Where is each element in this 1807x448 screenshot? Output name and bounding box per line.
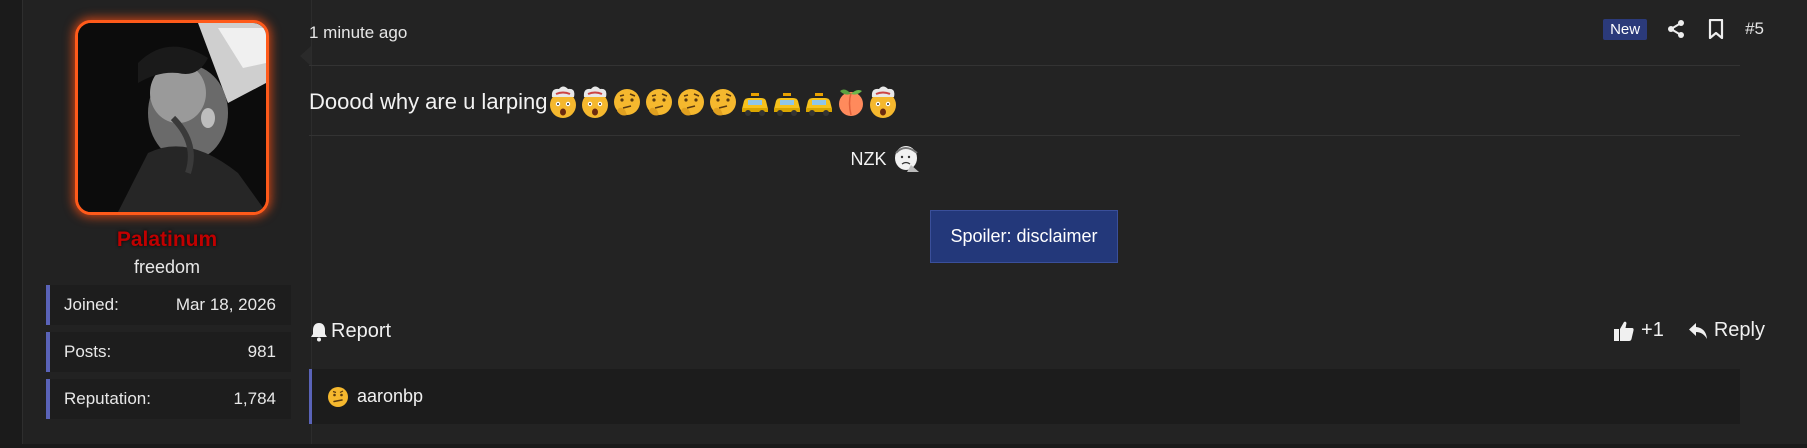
stat-reputation: Reputation: 1,784: [46, 379, 291, 419]
avatar-image: [78, 23, 266, 212]
taxi-icon: [803, 85, 835, 119]
stat-label: Posts:: [64, 342, 112, 361]
post-reactions-bar: +1 Reply: [1613, 319, 1765, 342]
avatar[interactable]: [75, 20, 269, 215]
wojak-icon: [894, 146, 919, 172]
header-divider: [309, 65, 1740, 66]
exploding-head-icon: [579, 85, 611, 119]
reply-label: Reply: [1713, 319, 1765, 341]
message-emojis: [547, 85, 899, 119]
bell-icon: [311, 322, 327, 341]
user-title: freedom: [133, 257, 201, 277]
report-button[interactable]: Report: [310, 320, 391, 343]
thinking-face-icon: [643, 85, 675, 119]
post-header-actions: New #5: [1603, 18, 1764, 40]
post-number[interactable]: #5: [1745, 19, 1764, 39]
thinking-face-icon: [675, 85, 707, 119]
thinking-face-icon: [707, 85, 739, 119]
thinking-face-icon: [611, 85, 643, 119]
reaction-list[interactable]: aaronbp: [309, 369, 1740, 424]
bookmark-icon[interactable]: [1705, 18, 1727, 40]
taxi-icon: [739, 85, 771, 119]
post-arrow: [300, 46, 311, 66]
user-info-column: Palatinum freedom Joined: Mar 18, 2026 P…: [23, 0, 312, 448]
username[interactable]: Palatinum: [23, 228, 311, 252]
thumbs-up-icon: [1614, 321, 1634, 341]
reply-button[interactable]: Reply: [1688, 319, 1765, 342]
post-message: Doood why are u larping: [309, 85, 899, 119]
taxi-icon: [771, 85, 803, 119]
message-divider: [309, 135, 1740, 136]
confused-face-icon: [328, 386, 348, 407]
stat-label: Reputation:: [64, 389, 151, 408]
stat-value: 981: [247, 342, 276, 361]
report-label: Report: [331, 320, 392, 342]
reaction-user[interactable]: aaronbp: [357, 386, 423, 407]
peach-icon: [835, 85, 867, 119]
stat-posts: Posts: 981: [46, 332, 291, 372]
stat-joined: Joined: Mar 18, 2026: [46, 285, 291, 325]
spoiler-button[interactable]: Spoiler: disclaimer: [930, 210, 1118, 263]
reply-icon: [1688, 322, 1707, 339]
like-count: +1: [1641, 319, 1664, 341]
exploding-head-icon: [867, 85, 899, 119]
stat-label: Joined:: [64, 295, 119, 314]
post-time[interactable]: 1 minute ago: [309, 23, 407, 43]
signature: NZK: [0, 145, 1785, 173]
share-icon[interactable]: [1665, 18, 1687, 40]
message-text: Doood why are u larping: [309, 89, 548, 114]
stat-value: Mar 18, 2026: [175, 295, 276, 314]
stat-value: 1,784: [233, 389, 276, 408]
signature-text: NZK: [850, 148, 887, 169]
exploding-head-icon: [547, 85, 579, 119]
new-badge: New: [1603, 18, 1648, 40]
page-footer-strip: [0, 444, 1807, 448]
like-button[interactable]: +1: [1613, 319, 1664, 342]
